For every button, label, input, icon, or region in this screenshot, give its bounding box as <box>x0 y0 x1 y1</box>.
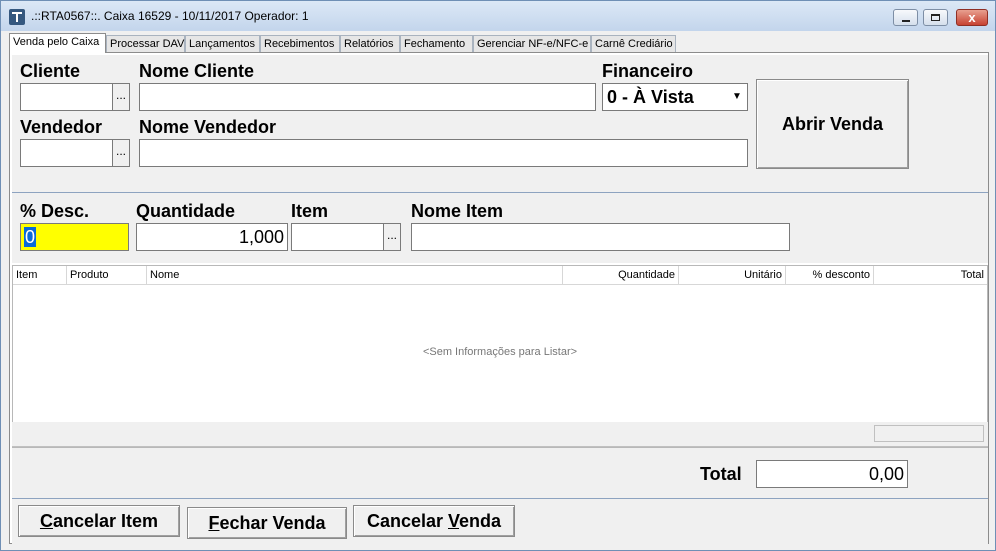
maximize-button[interactable] <box>923 9 948 26</box>
grid-empty-message: <Sem Informações para Listar> <box>422 346 578 358</box>
close-button[interactable]: x <box>956 9 988 26</box>
desc-value: 0 <box>24 227 37 247</box>
cancelar-venda-label-end: enda <box>459 511 502 531</box>
desc-field[interactable]: 0 <box>20 223 129 251</box>
app-window: .::RTA0567::. Caixa 16529 - 10/11/2017 O… <box>0 0 996 551</box>
financeiro-label: Financeiro <box>602 61 694 81</box>
nome-vendedor-field[interactable] <box>139 139 748 167</box>
fechar-venda-hotkey: F <box>208 513 220 533</box>
tab-lancamentos[interactable]: Lançamentos <box>185 35 260 52</box>
vendedor-lookup-button[interactable]: ... <box>112 139 130 167</box>
cliente-code-field[interactable] <box>20 83 113 111</box>
grid-footer <box>12 422 988 447</box>
vendedor-code-field[interactable] <box>20 139 113 167</box>
vendedor-label: Vendedor <box>20 117 103 137</box>
cancelar-venda-button[interactable]: Cancelar Venda <box>353 505 515 537</box>
nome-vendedor-label: Nome Vendedor <box>139 117 277 137</box>
cliente-label: Cliente <box>20 61 81 81</box>
nome-cliente-label: Nome Cliente <box>139 61 255 81</box>
total-field: 0,00 <box>756 460 908 488</box>
col-item[interactable]: Item <box>13 266 67 284</box>
title-bar: .::RTA0567::. Caixa 16529 - 10/11/2017 O… <box>1 1 995 31</box>
fechar-venda-label: echar Venda <box>219 513 326 533</box>
grid-header: Item Produto Nome Quantidade Unitário % … <box>13 266 987 285</box>
nome-item-label: Nome Item <box>411 201 504 221</box>
cancelar-item-label: ancelar Item <box>52 511 159 531</box>
minimize-icon <box>902 20 910 22</box>
quantidade-label: Quantidade <box>136 201 236 221</box>
col-unitario[interactable]: Unitário <box>679 266 786 284</box>
tab-relatorios[interactable]: Relatórios <box>340 35 400 52</box>
col-desconto[interactable]: % desconto <box>786 266 874 284</box>
action-bar: Cancelar Item Fechar Venda Cancelar Vend… <box>12 498 988 544</box>
cancelar-venda-hotkey: V <box>448 511 460 531</box>
col-produto[interactable]: Produto <box>67 266 147 284</box>
cancelar-item-button[interactable]: Cancelar Item <box>18 505 180 537</box>
cancelar-item-hotkey: C <box>39 511 53 531</box>
tab-gerenciar-nfe[interactable]: Gerenciar NF-e/NFC-e <box>473 35 591 52</box>
tab-recebimentos[interactable]: Recebimentos <box>260 35 340 52</box>
maximize-icon <box>931 14 940 21</box>
app-icon <box>9 9 25 25</box>
quantidade-field[interactable]: 1,000 <box>136 223 288 251</box>
tab-processar-dav[interactable]: Processar DAV <box>106 35 185 52</box>
chevron-down-icon[interactable]: ▼ <box>729 87 745 107</box>
financeiro-selected-value: 0 - À Vista <box>607 87 694 107</box>
items-grid[interactable]: Item Produto Nome Quantidade Unitário % … <box>12 265 988 448</box>
window-title: .::RTA0567::. Caixa 16529 - 10/11/2017 O… <box>31 9 309 23</box>
total-label: Total <box>700 464 742 484</box>
item-code-field[interactable] <box>291 223 384 251</box>
item-lookup-button[interactable]: ... <box>383 223 401 251</box>
total-value: 0,00 <box>868 464 904 484</box>
tab-carne-crediario[interactable]: Carnê Crediário <box>591 35 676 52</box>
sale-header-panel: Cliente ... Nome Cliente Financeiro 0 - … <box>12 55 988 193</box>
tab-fechamento[interactable]: Fechamento <box>400 35 473 52</box>
nome-cliente-field[interactable] <box>139 83 596 111</box>
quantidade-value: 1,000 <box>238 227 284 247</box>
col-quantidade[interactable]: Quantidade <box>563 266 679 284</box>
total-area: Total 0,00 <box>12 448 988 498</box>
tab-venda-pelo-caixa[interactable]: Venda pelo Caixa <box>9 33 106 53</box>
financeiro-select[interactable]: 0 - À Vista ▼ <box>602 83 748 111</box>
abrir-venda-button[interactable]: Abrir Venda <box>756 79 909 169</box>
grid-footer-summary <box>874 425 984 442</box>
nome-item-field[interactable] <box>411 223 790 251</box>
cliente-lookup-button[interactable]: ... <box>112 83 130 111</box>
col-nome[interactable]: Nome <box>147 266 563 284</box>
desc-label: % Desc. <box>20 201 90 221</box>
minimize-button[interactable] <box>893 9 918 26</box>
fechar-venda-button[interactable]: Fechar Venda <box>187 507 347 539</box>
close-icon: x <box>968 10 976 25</box>
cancelar-venda-label-start: Cancelar <box>366 511 448 531</box>
item-entry-panel: % Desc. 0 Quantidade 1,000 Item ... Nome… <box>12 193 988 263</box>
tab-panel-venda: Cliente ... Nome Cliente Financeiro 0 - … <box>9 52 989 544</box>
item-label: Item <box>291 201 329 221</box>
col-total[interactable]: Total <box>874 266 987 284</box>
